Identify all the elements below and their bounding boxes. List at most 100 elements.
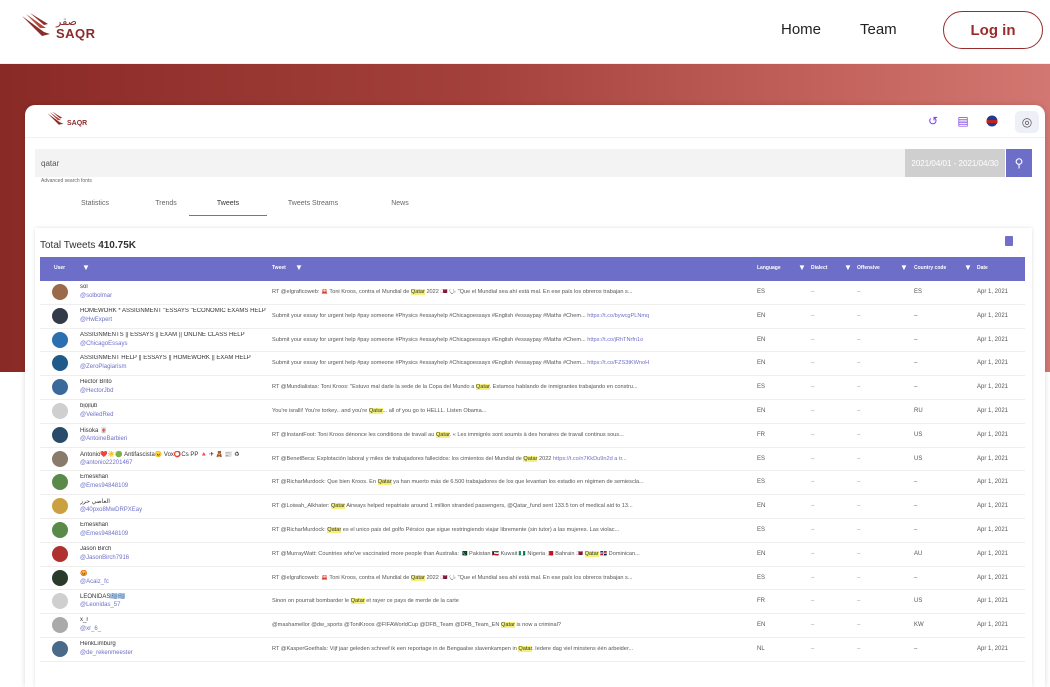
user-handle[interactable]: @VeiledRed [80,412,113,418]
tweet-part: 🇩🇴 Dominican... [598,550,640,557]
card-logo-text: SAQR [67,120,88,127]
search-bar[interactable] [35,149,905,177]
user-name: bịọịlụb [80,402,98,409]
offensive-cell: – [857,312,861,319]
language-cell: EN [757,336,766,343]
filter-icon[interactable]: ▼ [900,263,908,272]
avatar[interactable] [52,307,68,324]
filter-icon[interactable]: ▼ [82,263,90,272]
offensive-cell: – [857,645,861,652]
avatar[interactable] [52,617,68,634]
avatar[interactable] [52,402,68,419]
user-handle[interactable]: @HwExpert [80,317,112,323]
table-row[interactable]: Antonio❤️☀️🟢 Antifascista😠 Vox⭕Cs PP 🔺 ✈… [40,448,1025,472]
tweet-text: RT @KasperGoethals: Vijf jaar geleden sc… [272,645,742,652]
language-flag-icon[interactable] [983,112,1001,130]
date-range-picker[interactable]: 2021/04/01 - 2021/04/30 [905,149,1005,177]
user-handle[interactable]: @40pxo8MwDRPXEay [80,507,142,513]
search-button[interactable]: ⚲ [1006,149,1032,177]
country-code-cell: – [914,503,918,510]
table-row[interactable]: العاصي حرز @40pxo8MwDRPXEay RT @Loiwah_Alk… [40,495,1025,519]
dialect-cell: – [811,431,815,438]
tab-tweets[interactable]: Tweets [189,200,267,216]
avatar[interactable] [52,474,68,491]
nav-home-link[interactable]: Home [781,21,821,38]
table-row[interactable]: Emeskhan @Emes94848109 RT @RicharMurdock: … [40,471,1025,496]
user-handle[interactable]: @ZeroPlagiarism [80,364,126,370]
table-row[interactable]: HOMEWORK * ASSIGNMENT "ESSAYS "ECONOMIC … [40,305,1025,329]
advanced-search-link[interactable]: Advanced search fonts [41,178,92,184]
user-handle[interactable]: @Acaiz_fc [80,579,109,585]
table-row[interactable]: sol @solbolmar RT @elgraficoweb: 🚨 Toni Kr… [40,281,1025,305]
history-icon[interactable]: ↺ [924,112,942,130]
avatar[interactable] [52,498,68,515]
table-row[interactable]: 😡 @Acaiz_fc RT @elgraficoweb: 🚨 Toni Kroos… [40,567,1025,591]
user-handle[interactable]: @HectorJbd [80,388,113,394]
col-user: User [54,265,66,271]
tweet-text: @mashamellor @dw_sports @ToniKroos @FIFA… [272,622,742,629]
tweet-link[interactable]: https://t.co/n7KkDu9n2d a tr... [553,456,627,462]
language-cell: EN [757,503,766,510]
user-handle[interactable]: @de_rekenmeester [80,650,133,656]
user-handle[interactable]: @xr_6_ [80,626,101,632]
avatar[interactable] [52,545,68,562]
table-row[interactable]: Jason Birch @JasonBirch7916 RT @MurrayWatt… [40,543,1025,567]
avatar[interactable] [52,426,68,443]
user-handle[interactable]: @JasonBirch7916 [80,555,129,561]
offensive-cell: – [857,336,861,343]
user-handle[interactable]: @AntoineBarbieri [80,436,127,442]
user-handle[interactable]: @Emes94848109 [80,531,128,537]
table-row[interactable]: ASSIGNMENTS || ESSAYS || EXAM || ONLINE … [40,329,1025,353]
search-input[interactable] [35,149,905,177]
offensive-cell: – [857,384,861,391]
avatar[interactable] [52,450,68,467]
total-label: Total Tweets [40,240,96,251]
avatar[interactable] [52,284,68,300]
country-code-cell: US [914,598,923,605]
tab-statistics[interactable]: Statistics [75,200,115,216]
filter-icon[interactable]: ▼ [844,263,852,272]
tab-news[interactable]: News [385,200,415,216]
table-row[interactable]: bịọịlụb @VeiledRed You're isralli! You're … [40,400,1025,424]
avatar[interactable] [52,640,68,657]
tab-tweets-streams[interactable]: Tweets Streams [283,200,343,216]
table-row[interactable]: Hector Brito @HectorJbd RT @Mundialistas: … [40,376,1025,400]
offensive-cell: – [857,360,861,367]
offensive-cell: – [857,289,861,295]
table-row[interactable]: ASSIGNMENT HELP || ESSAYS || HOMEWORK ||… [40,352,1025,377]
filter-icon[interactable]: ▼ [798,263,806,272]
tweet-link[interactable]: https://t.co/bywcgPLNmq [587,313,649,319]
table-row[interactable]: Hisoka 🀄 @AntoineBarbieri RT @InstantFoot:… [40,424,1025,448]
nav-team-link[interactable]: Team [860,21,897,38]
tweet-link[interactable]: https://t.co/jRhTNrfn1o [587,337,643,343]
screenshot-icon[interactable]: ◎ [1015,111,1039,133]
avatar[interactable] [52,521,68,538]
avatar[interactable] [52,331,68,348]
print-icon[interactable]: ▤ [954,112,972,130]
tweet-part: 2022 [537,455,553,462]
export-icon[interactable] [1005,236,1013,246]
table-row[interactable]: HenkLimburg @de_rekenmeester RT @KasperGoe… [40,638,1025,662]
tab-trends[interactable]: Trends [151,200,181,216]
avatar[interactable] [52,593,68,610]
user-handle[interactable]: @antonio22201467 [80,460,132,466]
user-handle[interactable]: @Emes94848109 [80,483,128,489]
avatar[interactable] [52,379,68,396]
saqr-logo[interactable]: صقر SAQR [20,12,96,40]
avatar[interactable] [52,355,68,372]
filter-icon[interactable]: ▼ [964,263,972,272]
table-row[interactable]: Emeskhan @Emes94848109 RT @RicharMurdock: … [40,519,1025,543]
tweet-link[interactable]: https://t.co/FZS3tKWnoH [587,360,649,366]
user-handle[interactable]: @ChicagoEssays [80,341,127,347]
table-row[interactable]: x_r @xr_6_ @mashamellor @dw_sports @ToniKr… [40,614,1025,638]
user-handle[interactable]: @solbolmar [80,293,112,299]
tweet-part: RT @MurrayWatt: Countries who've vaccina… [272,550,585,557]
dialect-cell: – [811,645,815,652]
dialect-cell: – [811,622,815,629]
login-button[interactable]: Log in [943,11,1043,49]
avatar[interactable] [52,569,68,586]
keyword-highlight: Qatar [410,289,425,295]
user-handle[interactable]: @Leonidas_57 [80,602,120,608]
table-row[interactable]: LEONIDAS🇬🇷🇬🇷 @Leonidas_57 Sinon on pourrai… [40,590,1025,615]
filter-icon[interactable]: ▼ [295,263,303,272]
